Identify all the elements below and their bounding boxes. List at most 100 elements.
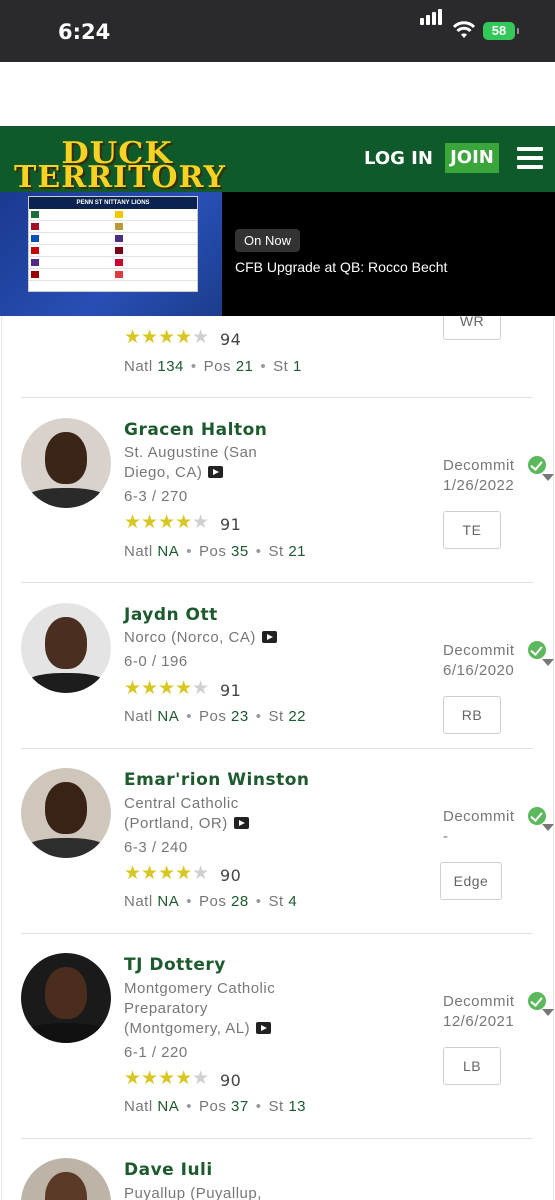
schedule-row <box>29 221 197 233</box>
schedule-row <box>29 269 197 281</box>
avatar[interactable] <box>21 418 111 508</box>
player-rating: 91 <box>220 515 242 534</box>
pos-rank: 35 <box>231 543 249 560</box>
schedule-row <box>29 245 197 257</box>
position-badge[interactable]: WR <box>443 316 501 340</box>
commit-status: Decommit <box>443 457 515 474</box>
star-rating: ★★★★★ <box>124 678 210 699</box>
row-divider <box>21 1138 533 1139</box>
wifi-icon <box>452 21 476 38</box>
avatar[interactable] <box>21 953 111 1043</box>
avatar[interactable] <box>21 768 111 858</box>
natl-label: Natl <box>124 1098 153 1115</box>
player-school: Puyallup (Puyallup, <box>124 1184 314 1200</box>
st-label: St <box>268 1098 284 1115</box>
row-divider <box>21 582 533 583</box>
video-banner[interactable]: PENN ST NITTANY LIONS <box>0 192 555 316</box>
st-rank: 13 <box>288 1098 306 1115</box>
star-rating: ★★★★★ <box>124 1068 210 1089</box>
player-ranks: Natl NA • Pos 28 • St 4 <box>124 893 298 910</box>
schedule-graphic: PENN ST NITTANY LIONS <box>28 196 198 292</box>
school-line: Preparatory <box>124 1000 208 1017</box>
logo-line2: TERRITORY <box>14 160 226 195</box>
browser-blank-area <box>0 62 555 126</box>
st-label: St <box>268 893 284 910</box>
player-name[interactable]: Gracen Halton <box>124 420 267 440</box>
school-line: Montgomery Catholic <box>124 980 276 997</box>
natl-rank: NA <box>157 543 180 560</box>
position-badge[interactable]: TE <box>443 511 501 549</box>
star-rating: ★★★★★ <box>124 327 210 348</box>
player-ranks: Natl 134 • Pos 21 • St 1 <box>124 358 302 375</box>
schedule-title: PENN ST NITTANY LIONS <box>29 197 197 209</box>
hamburger-menu-icon[interactable] <box>517 147 543 169</box>
row-divider <box>21 748 533 749</box>
status-date: 12/6/2021 <box>443 1013 515 1030</box>
player-name[interactable]: Jaydn Ott <box>124 605 218 625</box>
chevron-down-icon[interactable] <box>542 824 554 831</box>
natl-label: Natl <box>124 708 153 725</box>
battery-icon: 58 <box>483 22 519 40</box>
st-label: St <box>273 358 289 375</box>
pos-rank: 37 <box>231 1098 249 1115</box>
natl-label: Natl <box>124 893 153 910</box>
star-rating: ★★★★★ <box>124 863 210 884</box>
height-weight: 6-1 / 220 <box>124 1044 188 1061</box>
st-label: St <box>268 708 284 725</box>
video-icon[interactable] <box>233 817 249 829</box>
pos-label: Pos <box>198 893 227 910</box>
list-right-border <box>553 316 554 1200</box>
school-line: Norco (Norco, CA) <box>124 629 256 646</box>
avatar[interactable] <box>21 603 111 693</box>
school-line: St. Augustine (San <box>124 444 258 461</box>
school-line: (Montgomery, AL) <box>124 1020 251 1037</box>
chevron-down-icon[interactable] <box>542 1009 554 1016</box>
chevron-down-icon[interactable] <box>542 659 554 666</box>
natl-rank: NA <box>157 1098 180 1115</box>
st-rank: 22 <box>288 708 306 725</box>
natl-rank: 134 <box>157 358 184 375</box>
list-left-border <box>1 316 2 1200</box>
video-title[interactable]: CFB Upgrade at QB: Rocco Becht <box>235 259 447 275</box>
video-icon[interactable] <box>256 1022 272 1034</box>
schedule-row <box>29 233 197 245</box>
status-bar: 6:24 58 <box>0 0 555 62</box>
pos-rank: 23 <box>231 708 249 725</box>
school-line: Central Catholic <box>124 795 239 812</box>
player-name[interactable]: TJ Dottery <box>124 955 226 975</box>
avatar[interactable] <box>21 1158 111 1200</box>
video-icon[interactable] <box>208 466 224 478</box>
pos-label: Pos <box>198 1098 227 1115</box>
chevron-down-icon[interactable] <box>542 474 554 481</box>
player-rating: 94 <box>220 330 242 349</box>
st-label: St <box>268 543 284 560</box>
school-line: Puyallup (Puyallup, <box>124 1185 262 1200</box>
commit-status: Decommit <box>443 642 515 659</box>
player-school: Central Catholic (Portland, OR) <box>124 794 314 834</box>
status-date: 6/16/2020 <box>443 662 515 679</box>
st-rank: 21 <box>288 543 306 560</box>
row-divider <box>21 397 533 398</box>
player-name[interactable]: Emar'rion Winston <box>124 770 310 790</box>
player-ranks: Natl NA • Pos 23 • St 22 <box>124 708 306 725</box>
pos-rank: 28 <box>231 893 249 910</box>
position-badge[interactable]: RB <box>443 696 501 734</box>
player-name[interactable]: Dave Iuli <box>124 1160 213 1180</box>
st-rank: 1 <box>293 358 302 375</box>
pos-rank: 21 <box>235 358 254 375</box>
row-divider <box>21 933 533 934</box>
position-badge[interactable]: LB <box>443 1047 501 1085</box>
commit-status: Decommit <box>443 993 515 1010</box>
join-button[interactable]: JOIN <box>445 143 499 173</box>
height-weight: 6-0 / 196 <box>124 653 188 670</box>
player-rating: 90 <box>220 1071 242 1090</box>
video-icon[interactable] <box>261 631 277 643</box>
login-link[interactable]: LOG IN <box>364 148 433 169</box>
position-badge[interactable]: Edge <box>440 862 502 900</box>
player-ranks: Natl NA • Pos 37 • St 13 <box>124 1098 306 1115</box>
duck-territory-logo[interactable]: DUCK TERRITORY <box>14 136 242 195</box>
video-thumbnail[interactable]: PENN ST NITTANY LIONS <box>0 192 222 316</box>
pos-label: Pos <box>198 708 227 725</box>
status-date: 1/26/2022 <box>443 477 515 494</box>
star-rating: ★★★★★ <box>124 512 210 533</box>
